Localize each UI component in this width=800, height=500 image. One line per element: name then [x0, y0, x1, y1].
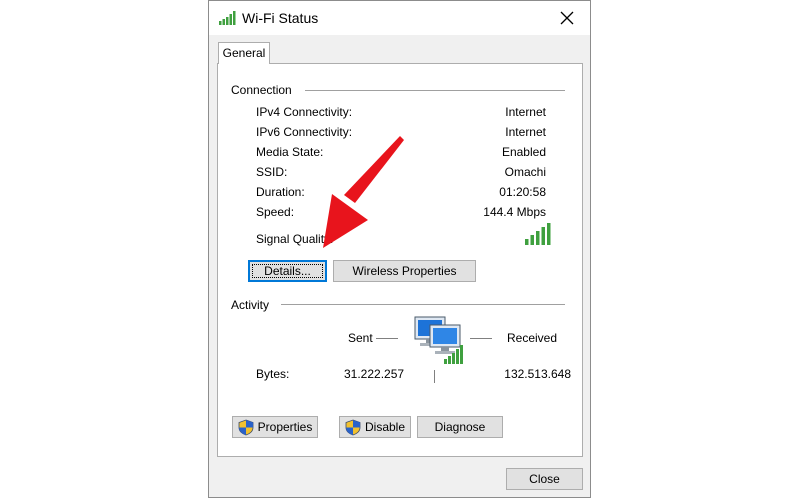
tab-panel-general: Connection IPv4 Connectivity: Internet I…: [217, 63, 583, 457]
network-computers-icon: [414, 316, 463, 364]
ipv4-value: Internet: [505, 105, 546, 119]
diagnose-button[interactable]: Diagnose: [417, 416, 503, 438]
bytes-label: Bytes:: [256, 367, 290, 381]
tab-general[interactable]: General: [218, 42, 270, 64]
duration-label: Duration:: [256, 185, 305, 199]
properties-button[interactable]: Properties: [232, 416, 318, 438]
media-state-value: Enabled: [501, 145, 546, 159]
received-label: Received: [507, 331, 558, 345]
media-state-label: Media State:: [256, 145, 324, 159]
sent-label: Sent: [348, 331, 373, 345]
uac-shield-icon: [345, 419, 361, 435]
properties-button-label: Properties: [257, 420, 313, 434]
wireless-properties-label: Wireless Properties: [352, 264, 457, 278]
ipv4-label: IPv4 Connectivity:: [256, 105, 353, 119]
close-button-label: Close: [529, 472, 560, 486]
signal-quality-label: Signal Quality:: [256, 232, 334, 246]
details-button[interactable]: Details...: [248, 260, 327, 282]
received-line: [470, 338, 492, 339]
bytes-received-value: 132.513.648: [504, 367, 571, 381]
wifi-status-window: Wi-Fi Status General Connection IPv4 Con…: [208, 0, 591, 498]
diagnose-button-label: Diagnose: [434, 420, 486, 434]
wifi-signal-icon: [219, 11, 236, 25]
ssid-label: SSID:: [256, 165, 288, 179]
window-title: Wi-Fi Status: [242, 10, 319, 26]
focus-rectangle: [252, 264, 323, 278]
connection-group-label: Connection: [231, 83, 292, 97]
disable-button[interactable]: Disable: [339, 416, 411, 438]
bytes-separator: [434, 370, 435, 383]
connection-divider: [305, 90, 565, 91]
ipv6-value: Internet: [505, 125, 546, 139]
sent-line: [376, 338, 398, 339]
speed-value: 144.4 Mbps: [483, 205, 546, 219]
ssid-value: Omachi: [504, 165, 546, 179]
title-bar: Wi-Fi Status: [209, 1, 590, 35]
close-button[interactable]: Close: [506, 468, 583, 490]
bytes-sent-value: 31.222.257: [344, 367, 405, 381]
activity-group-label: Activity: [231, 298, 270, 312]
wireless-properties-button[interactable]: Wireless Properties: [333, 260, 476, 282]
uac-shield-icon: [238, 419, 254, 435]
activity-divider: [281, 304, 565, 305]
disable-button-label: Disable: [364, 420, 406, 434]
title-close-button[interactable]: [544, 1, 590, 35]
speed-label: Speed:: [256, 205, 295, 219]
close-icon: [560, 11, 574, 25]
duration-value: 01:20:58: [499, 185, 546, 199]
signal-strength-icon: [525, 223, 551, 245]
ipv6-label: IPv6 Connectivity:: [256, 125, 353, 139]
